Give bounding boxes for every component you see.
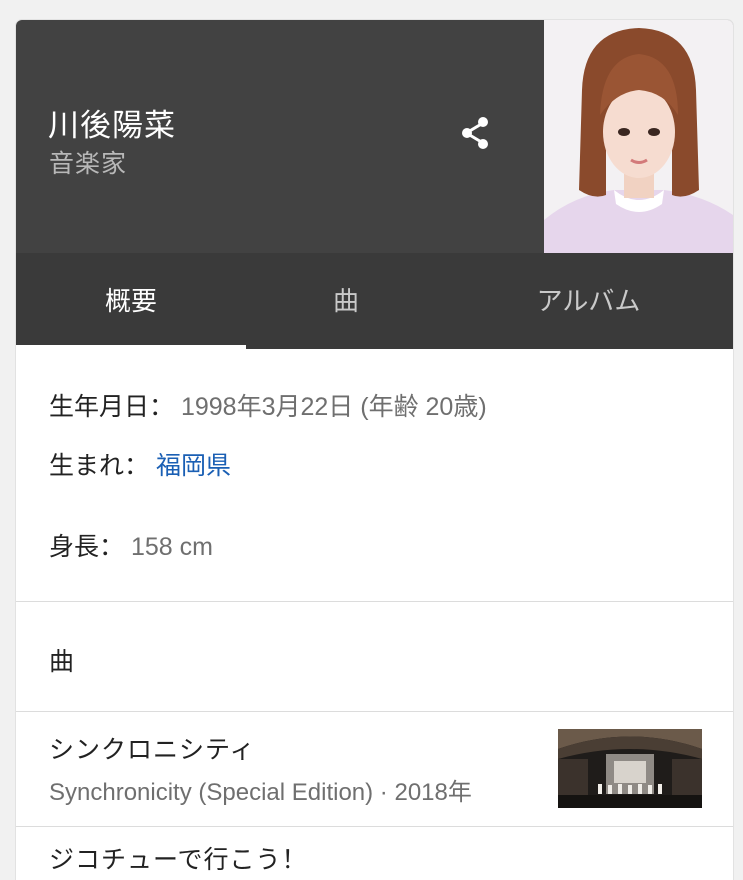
panel-subtitle: 音楽家 — [49, 150, 128, 178]
fact-birthdate: 生年月日： 1998年3月22日 (年齢 20歳) — [49, 387, 487, 423]
portrait-photo[interactable] — [544, 20, 733, 253]
tab-overview[interactable]: 概要 — [16, 253, 246, 349]
knowledge-panel-card: 川後陽菜 音楽家 概要 曲 アルバム 生年月日： 1998年3月22日 (年齢 … — [16, 20, 733, 880]
songs-section-title: 曲 — [49, 648, 75, 676]
fact-birthplace: 生まれ： 福岡県 — [49, 446, 231, 482]
panel-title: 川後陽菜 — [48, 108, 176, 143]
video-thumbnail[interactable] — [558, 729, 702, 808]
fact-birthplace-label: 生まれ： — [49, 452, 150, 480]
tab-songs[interactable]: 曲 — [246, 253, 446, 349]
tab-albums[interactable]: アルバム — [486, 253, 691, 349]
song-title: シンクロニシティ — [49, 736, 256, 764]
song-subtitle: Synchronicity (Special Edition) · 2018年 — [49, 779, 472, 806]
fact-height-label: 身長： — [49, 533, 125, 561]
fact-height-value: 158 cm — [130, 533, 213, 561]
fact-birthdate-label: 生年月日： — [49, 393, 175, 421]
fact-height: 身長： 158 cm — [49, 527, 213, 563]
panel-header: 川後陽菜 音楽家 — [16, 20, 733, 253]
active-tab-indicator — [16, 345, 246, 349]
section-divider — [16, 601, 733, 602]
tab-bar: 概要 曲 アルバム — [16, 253, 733, 349]
song-item[interactable]: シンクロニシティ Synchronicity (Special Edition)… — [16, 712, 733, 826]
share-icon[interactable] — [456, 113, 496, 153]
song-divider — [16, 826, 733, 827]
birthplace-link[interactable]: 福岡県 — [156, 452, 231, 480]
fact-birthdate-value: 1998年3月22日 (年齢 20歳) — [180, 393, 487, 421]
song-title[interactable]: ジコチューで行こう！ — [49, 840, 308, 876]
